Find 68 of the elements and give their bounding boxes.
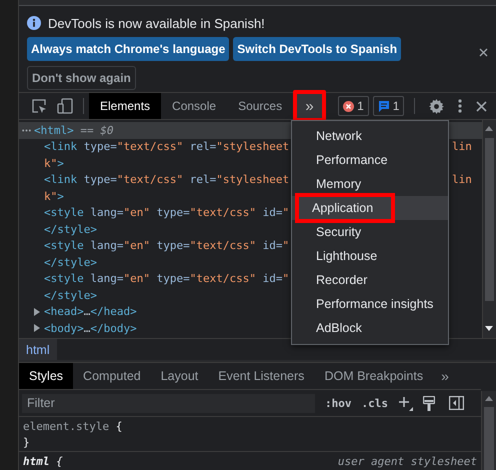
scroll-up-icon[interactable] — [485, 396, 493, 401]
dismiss-button[interactable]: Don't show again — [27, 66, 136, 90]
code-line: <html> == $0 — [34, 124, 114, 137]
closing-brace: } — [23, 436, 30, 448]
code-line: <body>…</body> — [44, 322, 137, 335]
sidebar-tab[interactable]: DOM Breakpoints — [314, 363, 434, 389]
sidebar-toggle-icon[interactable] — [449, 396, 464, 410]
scroll-down-icon[interactable] — [485, 326, 493, 331]
more-tabs-button[interactable]: » — [293, 90, 326, 122]
plus-icon[interactable] — [398, 396, 413, 410]
error-count-badge[interactable]: 1 — [338, 96, 369, 116]
sidebar-tab[interactable]: Layout — [150, 363, 208, 389]
sidebar-tab[interactable]: Styles — [19, 363, 74, 389]
menu-item[interactable]: Recorder — [292, 268, 448, 292]
code-line: k"> — [44, 190, 64, 203]
close-icon[interactable] — [479, 48, 488, 57]
menu-item[interactable]: Network — [292, 124, 448, 148]
menu-item[interactable]: Security — [292, 220, 448, 244]
close-icon[interactable] — [476, 100, 487, 112]
menu-item[interactable]: Performance — [292, 148, 448, 172]
code-line: </style> — [44, 222, 97, 236]
filter-field[interactable]: Filter — [22, 394, 315, 412]
device-icon[interactable] — [57, 98, 73, 114]
breadcrumb[interactable]: html — [19, 339, 57, 360]
scrollbar[interactable] — [481, 391, 496, 470]
menu-item[interactable]: AdBlock — [292, 316, 448, 340]
paint-roller-icon[interactable] — [423, 396, 435, 410]
expand-arrow-icon[interactable] — [34, 324, 40, 332]
toggle-button[interactable]: :hov — [325, 396, 352, 410]
settings-icon[interactable] — [429, 98, 444, 114]
message-count-badge[interactable]: 1 — [372, 96, 404, 116]
notice-message: DevTools is now available in Spanish! — [48, 16, 265, 30]
code-fragment: lin — [452, 140, 472, 154]
code-line: k"> — [44, 156, 64, 170]
menu-item[interactable]: Lighthouse — [292, 244, 448, 268]
code-line: <link type="text/css" rel="stylesheet — [44, 173, 290, 186]
ellipsis-icon[interactable] — [22, 128, 31, 132]
toggle-button[interactable]: .cls — [362, 396, 388, 410]
more-tabs-button[interactable]: » — [433, 363, 457, 389]
panel-tab[interactable]: Console — [161, 93, 228, 119]
menu-item[interactable]: Application — [292, 196, 448, 220]
sidebar-tab[interactable]: Event Listeners — [208, 363, 314, 389]
css-selector: element.style { — [23, 420, 122, 432]
code-line: <style lang="en" type="text/css" id=" — [44, 206, 290, 220]
menu-item[interactable]: Memory — [292, 172, 448, 196]
expand-arrow-icon[interactable] — [34, 308, 40, 316]
css-selector: html { — [23, 454, 63, 468]
stylesheet-source: user agent stylesheet — [338, 454, 477, 468]
language-button[interactable]: Switch DevTools to Spanish — [233, 37, 402, 61]
panel-tab[interactable]: Elements — [89, 93, 162, 119]
code-line: <style lang="en" type="text/css" id=" — [44, 272, 290, 286]
sidebar-tab[interactable]: Computed — [73, 363, 151, 389]
message-icon — [378, 100, 390, 112]
more-options-icon[interactable] — [458, 99, 462, 113]
menu-item[interactable]: Performance insights — [292, 292, 448, 316]
code-line: <style lang="en" type="text/css" id=" — [44, 239, 290, 252]
error-icon — [343, 100, 354, 112]
code-fragment: lin — [452, 173, 472, 186]
panel-tab[interactable]: Sources — [227, 93, 294, 119]
scrollbar[interactable] — [482, 120, 496, 338]
info-icon — [27, 16, 41, 30]
code-line: </style> — [44, 288, 97, 302]
code-line: <link type="text/css" rel="stylesheet — [44, 140, 290, 154]
language-button[interactable]: Always match Chrome's language — [27, 37, 230, 61]
inspect-icon[interactable] — [32, 98, 47, 114]
code-line: <head>…</head> — [44, 305, 137, 318]
scroll-up-icon[interactable] — [485, 126, 493, 131]
code-line: </style> — [44, 256, 97, 269]
